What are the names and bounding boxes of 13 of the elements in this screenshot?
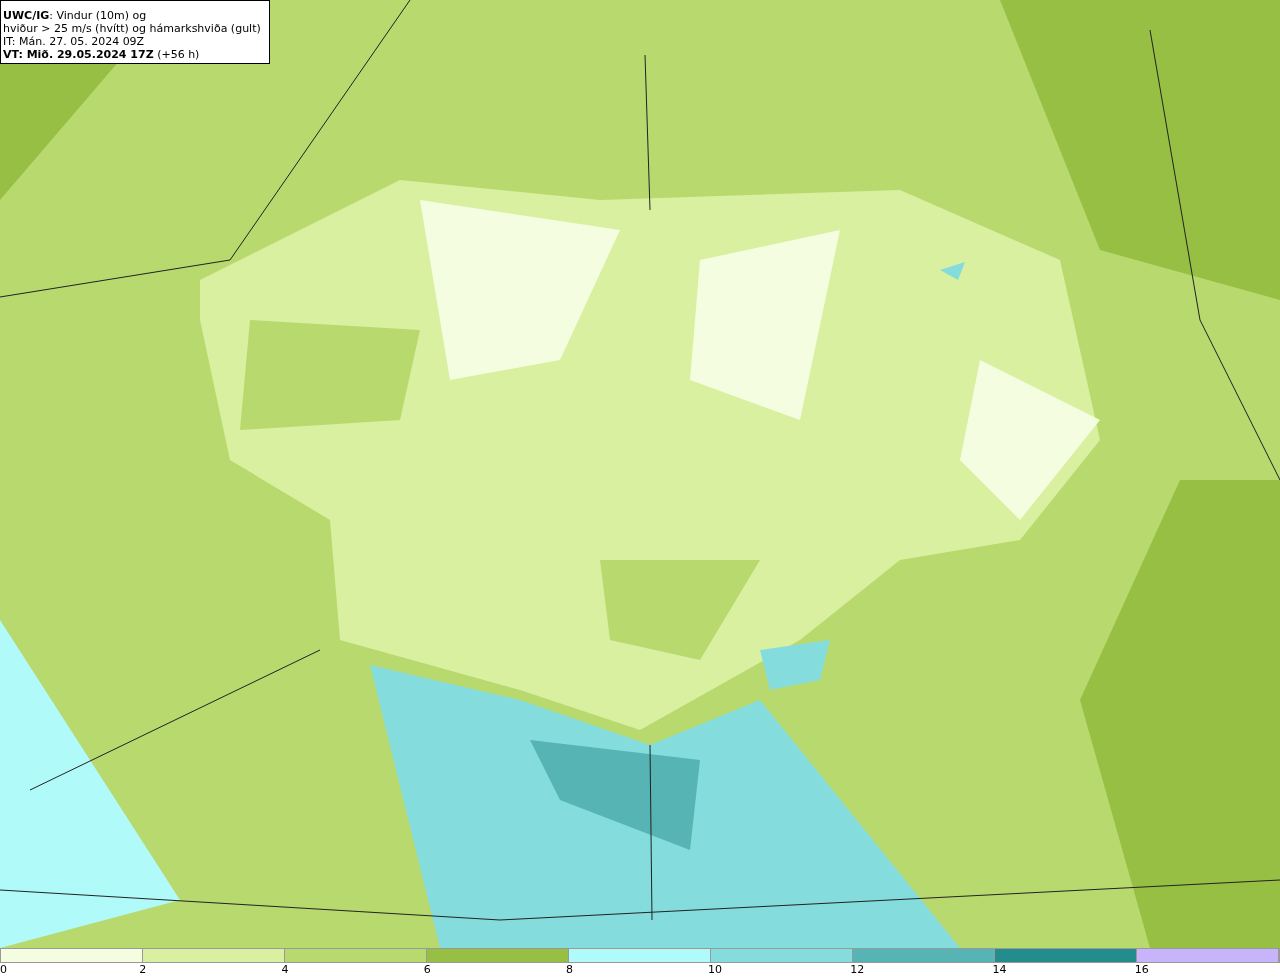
scale-label: 4 bbox=[281, 963, 289, 976]
map-title-line: hviður > 25 m/s (hvítt) og hámarkshviða (gult) bbox=[3, 22, 261, 35]
scale-label: 6 bbox=[423, 963, 431, 976]
scale-label: 14 bbox=[992, 963, 1007, 976]
map-title-line: VT: Mið. 29.05.2024 17Z (+56 h) bbox=[3, 48, 201, 61]
scale-label: 8 bbox=[565, 963, 573, 976]
map-title-line: IT: Mán. 27. 05. 2024 09Z bbox=[3, 35, 146, 48]
scale-label: 16 bbox=[1134, 963, 1149, 976]
scale-label: 10 bbox=[708, 963, 723, 976]
scale-label: 0 bbox=[0, 963, 7, 976]
map-title-line: UWC/IG: Vindur (10m) og bbox=[3, 9, 148, 22]
scale-label: 12 bbox=[850, 963, 865, 976]
scale-label: 2 bbox=[139, 963, 147, 976]
